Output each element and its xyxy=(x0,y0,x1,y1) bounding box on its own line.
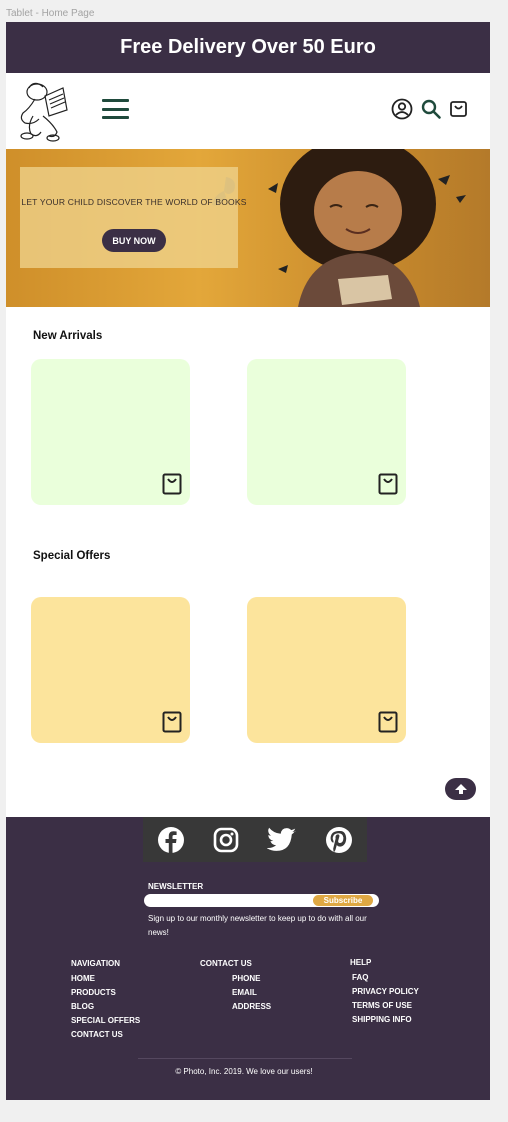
footer-divider xyxy=(138,1058,352,1059)
special-offers-title: Special Offers xyxy=(33,550,111,562)
facebook-icon[interactable] xyxy=(157,826,185,854)
search-icon[interactable] xyxy=(420,98,442,120)
footer-contact: CONTACT US PHONE EMAIL ADDRESS xyxy=(200,959,271,1014)
footer-link-shipping-info[interactable]: SHIPPING INFO xyxy=(352,1013,419,1027)
hero-girl-image xyxy=(268,149,466,307)
product-card[interactable] xyxy=(247,359,406,505)
newsletter-form: Subscribe xyxy=(144,894,379,907)
footer-help: HELP FAQ PRIVACY POLICY TERMS OF USE SHI… xyxy=(350,958,419,1027)
newsletter-description: Sign up to our monthly newsletter to kee… xyxy=(148,914,367,937)
footer-link-address[interactable]: ADDRESS xyxy=(232,1000,271,1014)
twitter-icon[interactable] xyxy=(267,827,297,853)
menu-icon[interactable] xyxy=(102,99,129,119)
footer-link-contact-us[interactable]: CONTACT US xyxy=(71,1028,140,1042)
add-to-bag-icon[interactable] xyxy=(162,711,182,733)
frame-label: Tablet - Home Page xyxy=(6,8,95,19)
hero-overlay-panel: LET YOUR CHILD DISCOVER THE WORLD OF BOO… xyxy=(20,167,246,268)
instagram-icon[interactable] xyxy=(213,827,239,853)
footer-link-terms-of-use[interactable]: TERMS OF USE xyxy=(352,999,419,1013)
newsletter-email-input[interactable] xyxy=(152,894,312,907)
promo-bar: Free Delivery Over 50 Euro xyxy=(6,22,490,73)
reading-child-logo-icon xyxy=(20,82,68,142)
footer-link-home[interactable]: HOME xyxy=(71,972,140,986)
hero-banner: LET YOUR CHILD DISCOVER THE WORLD OF BOO… xyxy=(6,149,490,307)
site-header xyxy=(6,73,490,149)
home-page: Free Delivery Over 50 Euro LET YOUR CHIL… xyxy=(6,22,490,1100)
footer-link-products[interactable]: PRODUCTS xyxy=(71,986,140,1000)
social-links xyxy=(143,817,367,862)
new-arrivals-title: New Arrivals xyxy=(33,330,103,342)
subscribe-button[interactable]: Subscribe xyxy=(313,895,373,906)
logo[interactable] xyxy=(15,80,71,147)
copyright-text: © Photo, Inc. 2019. We love our users! xyxy=(175,1067,313,1076)
add-to-bag-icon[interactable] xyxy=(162,473,182,495)
header-actions xyxy=(390,97,470,121)
add-to-bag-icon[interactable] xyxy=(378,711,398,733)
product-card[interactable] xyxy=(247,597,406,743)
shopping-bag-icon[interactable] xyxy=(448,98,470,120)
scroll-to-top-button[interactable] xyxy=(445,778,476,800)
product-card[interactable] xyxy=(31,359,190,505)
pinterest-icon[interactable] xyxy=(325,826,353,854)
contact-heading: CONTACT US xyxy=(200,959,252,968)
footer-link-phone[interactable]: PHONE xyxy=(232,972,271,986)
navigation-heading: NAVIGATION xyxy=(71,959,121,968)
hero-tagline: LET YOUR CHILD DISCOVER THE WORLD OF BOO… xyxy=(21,197,247,207)
arrow-up-icon xyxy=(454,784,467,794)
buy-now-button[interactable]: BUY NOW xyxy=(102,229,166,252)
footer-navigation: NAVIGATION HOME PRODUCTS BLOG SPECIAL OF… xyxy=(71,959,140,1042)
footer-link-email[interactable]: EMAIL xyxy=(232,986,271,1000)
footer-link-faq[interactable]: FAQ xyxy=(352,971,419,985)
product-card[interactable] xyxy=(31,597,190,743)
account-icon[interactable] xyxy=(390,97,414,121)
promo-text: Free Delivery Over 50 Euro xyxy=(120,36,376,58)
footer-link-blog[interactable]: BLOG xyxy=(71,1000,140,1014)
add-to-bag-icon[interactable] xyxy=(378,473,398,495)
footer-link-special-offers[interactable]: SPECIAL OFFERS xyxy=(71,1014,140,1028)
footer-link-privacy-policy[interactable]: PRIVACY POLICY xyxy=(352,985,419,999)
site-footer: NEWSLETTER Subscribe Sign up to our mont… xyxy=(6,817,490,1100)
newsletter-title: NEWSLETTER xyxy=(148,882,204,891)
help-heading: HELP xyxy=(350,958,372,967)
